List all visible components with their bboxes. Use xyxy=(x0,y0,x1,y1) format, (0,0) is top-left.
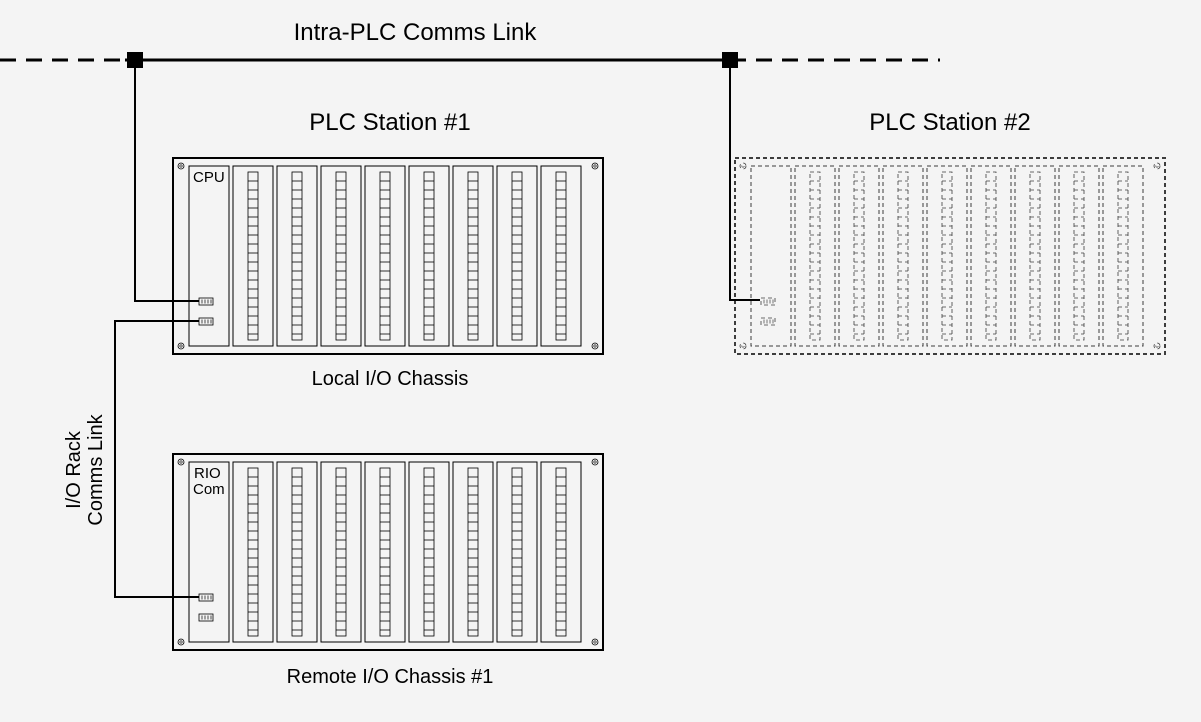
cpu-port-bottom xyxy=(199,318,213,325)
bus-node-left xyxy=(127,52,143,68)
io-rack-label-line1: I/O Rack xyxy=(63,430,85,509)
station1-title: PLC Station #1 xyxy=(309,109,470,136)
io-rack-label-line2: Comms Link xyxy=(85,413,107,525)
rio-slot-label-2: Com xyxy=(193,481,225,498)
local-chassis: CPU xyxy=(173,158,603,354)
remote-chassis-caption: Remote I/O Chassis #1 xyxy=(287,666,494,688)
intra-plc-bus xyxy=(0,52,940,68)
rio-port-bottom xyxy=(199,614,213,621)
station2-chassis xyxy=(735,158,1165,354)
cpu-port-top xyxy=(199,298,213,305)
bus-node-right xyxy=(722,52,738,68)
rio-port-top xyxy=(199,594,213,601)
bus-label: Intra-PLC Comms Link xyxy=(294,19,538,46)
local-chassis-caption: Local I/O Chassis xyxy=(312,368,469,390)
plc-diagram: Intra-PLC Comms Link PLC Station #1 PLC … xyxy=(0,0,1201,722)
remote-chassis: RIO Com xyxy=(173,454,603,650)
rio-slot-label-1: RIO xyxy=(194,465,221,482)
cpu-slot-label: CPU xyxy=(193,169,225,186)
station2-title: PLC Station #2 xyxy=(869,109,1030,136)
